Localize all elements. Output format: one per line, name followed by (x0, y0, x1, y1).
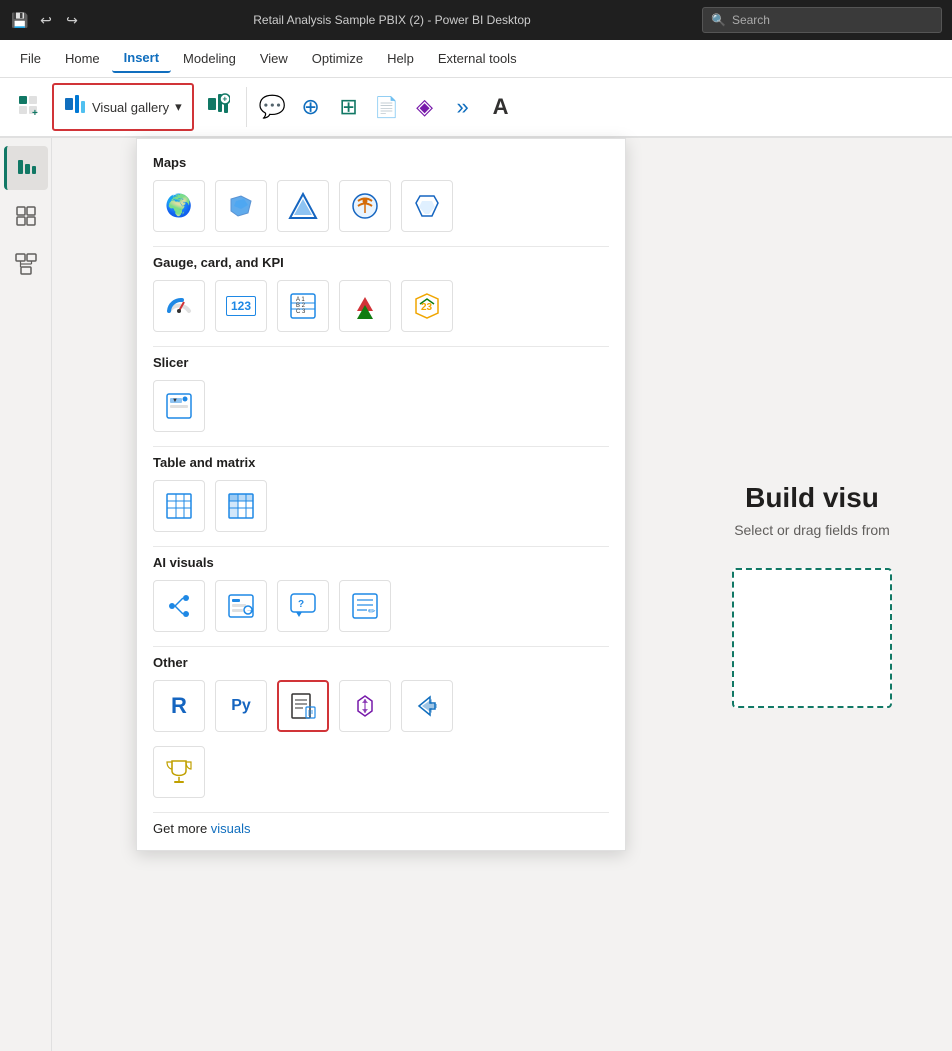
ai-section-title: AI visuals (153, 555, 609, 570)
svg-text:?: ? (298, 599, 304, 610)
right-panel: Build visu Select or drag fields from (672, 138, 952, 1051)
ai-divider (153, 646, 609, 647)
trophy-icon-row (153, 746, 609, 798)
shape-map-icon[interactable] (401, 180, 453, 232)
ribbon-btn-add[interactable]: + (198, 81, 238, 133)
menu-view[interactable]: View (248, 45, 300, 72)
menu-modeling[interactable]: Modeling (171, 45, 248, 72)
visual-gallery-arrow: ▾ (175, 99, 182, 115)
main-content: Maps 🌍 (52, 138, 952, 1051)
filled-map-icon[interactable] (215, 180, 267, 232)
table-visual-icon[interactable] (153, 480, 205, 532)
smart-narrative-visual-icon[interactable]: ✏ (339, 580, 391, 632)
globe-visual-icon[interactable]: 🌍 (153, 180, 205, 232)
svg-text:+: + (32, 108, 38, 117)
svg-text:→: → (246, 607, 253, 614)
slicer-visual-icon[interactable]: ▼ (153, 380, 205, 432)
new-visual-icon: + (16, 93, 40, 121)
search-placeholder: Search (732, 13, 770, 27)
other-section-title: Other (153, 655, 609, 670)
ai-icon-row: → ? ✏ (153, 580, 609, 632)
power-automate-visual-icon[interactable] (339, 680, 391, 732)
menu-home[interactable]: Home (53, 45, 112, 72)
title-bar-icons: 💾 ↩ ↪ (10, 10, 82, 30)
sidebar-report[interactable] (4, 146, 48, 190)
visual-gallery-icon (64, 93, 86, 121)
other-icon-row: R Py (153, 680, 609, 732)
trophy-visual-icon[interactable] (153, 746, 205, 798)
canvas-placeholder (732, 568, 892, 708)
slicer-section-title: Slicer (153, 355, 609, 370)
r-visual-icon[interactable]: R (153, 680, 205, 732)
menu-help[interactable]: Help (375, 45, 426, 72)
table-icon-row (153, 480, 609, 532)
powerbi-btn[interactable]: ◈ (407, 89, 443, 125)
get-more-visuals-link[interactable]: visuals (211, 811, 251, 850)
search-icon: 🔍 (711, 13, 726, 27)
sidebar-data[interactable] (4, 194, 48, 238)
svg-text:▼: ▼ (172, 398, 178, 404)
table-divider (153, 546, 609, 547)
maps-icon-row: 🌍 (153, 180, 609, 232)
build-vis-title: Build visu (745, 482, 879, 514)
svg-text:+: + (222, 95, 227, 104)
menu-file[interactable]: File (8, 45, 53, 72)
title-bar: 💾 ↩ ↪ Retail Analysis Sample PBIX (2) - … (0, 0, 952, 40)
maps-section-title: Maps (153, 155, 609, 170)
paginated-btn[interactable]: 📄 (369, 89, 405, 125)
gauge-visual-icon[interactable] (153, 280, 205, 332)
textbox-A-btn[interactable]: A (483, 89, 519, 125)
redo-icon[interactable]: ↪ (62, 10, 82, 30)
menu-external-tools[interactable]: External tools (426, 45, 529, 72)
qa-visual-icon[interactable]: ? (277, 580, 329, 632)
paginated-visual-selected-icon[interactable] (277, 680, 329, 732)
azuremap-icon[interactable] (277, 180, 329, 232)
visual-gallery-label: Visual gallery (92, 100, 169, 115)
table-section-title: Table and matrix (153, 455, 609, 470)
search-box[interactable]: 🔍 Search (702, 7, 942, 33)
left-sidebar (0, 138, 52, 1051)
add-visual-icon: + (206, 92, 230, 122)
smart-narrative-btn[interactable]: ⊕ (293, 89, 329, 125)
ribbon-divider-1 (246, 87, 247, 127)
card-visual-icon[interactable]: 123 (215, 280, 267, 332)
gauge-section-title: Gauge, card, and KPI (153, 255, 609, 270)
menu-bar: File Home Insert Modeling View Optimize … (0, 40, 952, 78)
save-icon[interactable]: 💾 (10, 10, 30, 30)
visual-gallery-button[interactable]: Visual gallery ▾ (52, 83, 194, 131)
slicer-divider (153, 446, 609, 447)
slicer-icon-row: ▼ (153, 380, 609, 432)
menu-insert[interactable]: Insert (112, 44, 171, 73)
svg-text:✏: ✏ (368, 606, 376, 616)
kpi-number-icon[interactable]: 23 (401, 280, 453, 332)
undo-icon[interactable]: ↩ (36, 10, 56, 30)
get-more-row: Get more visuals (153, 821, 609, 850)
gauge-divider (153, 346, 609, 347)
svg-text:23: 23 (421, 302, 433, 313)
kpi-visual-icon[interactable] (339, 280, 391, 332)
build-vis-subtitle: Select or drag fields from (734, 522, 890, 538)
ribbon: + Visual gallery ▾ + 💬 (0, 78, 952, 138)
menu-optimize[interactable]: Optimize (300, 45, 375, 72)
text-box-btn[interactable]: 💬 (255, 89, 291, 125)
forward-btn[interactable]: » (445, 89, 481, 125)
ribbon-icon-group-1: 💬 ⊕ ⊞ 📄 ◈ » A (255, 89, 519, 125)
new-visual-btn[interactable]: + (8, 81, 48, 133)
sidebar-model[interactable] (4, 242, 48, 286)
title-bar-text: Retail Analysis Sample PBIX (2) - Power … (90, 13, 694, 27)
python-visual-icon[interactable]: Py (215, 680, 267, 732)
visual-gallery-dropdown: Maps 🌍 (136, 138, 626, 851)
key-influencers-visual-icon[interactable]: → (215, 580, 267, 632)
table-btn[interactable]: ⊞ (331, 89, 367, 125)
matrix-visual-icon[interactable] (215, 480, 267, 532)
arcgis-icon[interactable] (339, 180, 391, 232)
maps-divider (153, 246, 609, 247)
multirow-card-icon[interactable]: A 1 B 2 C 3 (277, 280, 329, 332)
forward-visual-icon[interactable] (401, 680, 453, 732)
svg-text:C 3: C 3 (296, 309, 306, 315)
get-more-label: Get more (153, 821, 211, 836)
decomp-tree-visual-icon[interactable] (153, 580, 205, 632)
gauge-icon-row: 123 A 1 B 2 C 3 (153, 280, 609, 332)
